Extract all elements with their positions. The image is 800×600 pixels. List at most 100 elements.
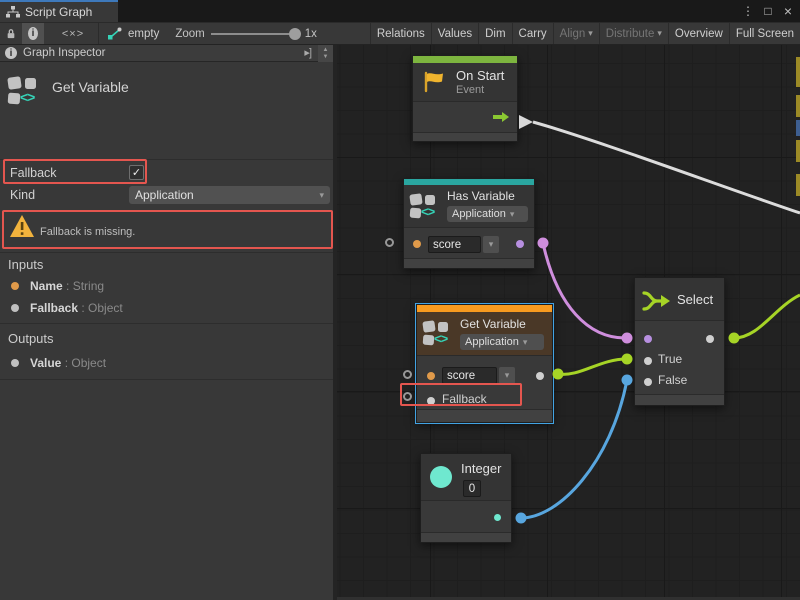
align-button: Align ▾ <box>553 22 599 45</box>
lock-icon <box>6 27 16 40</box>
info-icon: i <box>5 47 17 59</box>
node-title: Integer <box>461 461 501 476</box>
variable-scope-dropdown[interactable]: Application ▾ <box>447 206 528 222</box>
node-integer[interactable]: Integer <box>420 453 512 543</box>
inspector-title: Graph Inspector <box>23 47 105 59</box>
node-get-variable[interactable]: <> Get Variable Application ▾ ▾ Fallback <box>416 304 553 423</box>
lock-button[interactable] <box>0 23 22 44</box>
node-title: Has Variable <box>447 189 515 203</box>
bool-output-port[interactable] <box>516 240 524 248</box>
chevron-down-icon: ▾ <box>523 337 528 348</box>
kind-label: Kind <box>10 188 35 202</box>
zoom-slider[interactable] <box>211 33 299 35</box>
select-icon <box>642 289 672 313</box>
dock-icon[interactable]: ▸] <box>304 46 311 59</box>
checkmark-icon: ✓ <box>132 166 141 179</box>
divider <box>0 379 333 380</box>
carry-button[interactable]: Carry <box>512 22 553 45</box>
dim-button[interactable]: Dim <box>478 22 511 45</box>
graph-inspector-panel: i Graph Inspector ▸] ▲ ▼ <> Get Variable… <box>0 45 333 600</box>
warning-icon <box>8 213 36 244</box>
node-accent-bar <box>413 56 517 63</box>
node-footer <box>404 258 534 268</box>
wire-endpoint <box>553 369 564 380</box>
unit-summary: <> Get Variable <box>0 63 333 159</box>
node-select[interactable]: Select True False <box>634 277 725 406</box>
variables-icon: <> <box>423 320 457 350</box>
edge-clipped-node <box>796 120 800 136</box>
values-button[interactable]: Values <box>431 22 478 45</box>
full-screen-button[interactable]: Full Screen <box>729 22 800 45</box>
variable-scope-dropdown[interactable]: Application ▾ <box>460 334 544 350</box>
true-port-label: True <box>658 352 682 366</box>
empty-label: empty <box>128 28 159 40</box>
node-title: On Start <box>456 68 504 83</box>
tab-script-graph[interactable]: Script Graph <box>0 0 118 22</box>
kind-value: Application <box>135 188 194 202</box>
fallback-port-label: Fallback <box>442 392 487 406</box>
wire-endpoint <box>516 513 527 524</box>
variable-name-dropdown[interactable]: ▾ <box>483 236 499 253</box>
edge-clipped-node <box>796 95 800 117</box>
wire-hasvariable-select <box>543 243 625 338</box>
variable-name-field[interactable] <box>428 236 481 253</box>
integer-value-field[interactable] <box>463 480 481 497</box>
tab-title: Script Graph <box>25 5 92 19</box>
zoom-label: Zoom <box>175 28 204 40</box>
wire-endpoint <box>622 354 633 365</box>
node-on-start[interactable]: On Start Event <box>412 55 518 142</box>
node-footer <box>413 132 517 141</box>
flow-output-port[interactable] <box>493 112 509 122</box>
unconnected-port-ring <box>403 392 412 401</box>
overview-button[interactable]: Overview <box>668 22 729 45</box>
value-output-port[interactable] <box>536 372 544 380</box>
false-port-label: False <box>658 373 687 387</box>
code-preview-button[interactable]: <×> <box>62 23 84 44</box>
scroll-up-icon[interactable]: ▲ <box>323 47 329 54</box>
chevron-down-icon: ▾ <box>505 370 510 381</box>
condition-input-port[interactable] <box>644 335 652 343</box>
inspector-scroller[interactable]: ▲ ▼ <box>318 45 333 62</box>
close-icon[interactable]: × <box>780 3 796 19</box>
divider <box>0 159 333 160</box>
variable-name-field[interactable] <box>442 367 497 384</box>
graph-canvas[interactable]: On Start Event <> Has Variable Applicati… <box>337 45 800 600</box>
inspector-toggle-button[interactable]: i <box>22 23 44 44</box>
node-has-variable[interactable]: <> Has Variable Application ▾ ▾ <box>403 178 535 269</box>
node-header: <> Has Variable Application ▾ <box>404 185 534 228</box>
unit-title: Get Variable <box>52 79 129 95</box>
selection-output-port[interactable] <box>706 335 714 343</box>
outputs-section-title: Outputs <box>8 331 54 346</box>
wire-endpoint <box>538 238 549 249</box>
integer-icon <box>430 466 452 488</box>
node-footer <box>417 409 552 422</box>
toolbar-buttons: Relations Values Dim Carry Align ▾ Distr… <box>370 22 800 45</box>
name-input-port[interactable] <box>427 372 435 380</box>
maximize-icon[interactable]: □ <box>760 3 776 19</box>
wire-endpoint <box>622 375 633 386</box>
name-input-port[interactable] <box>413 240 421 248</box>
integer-output-port[interactable] <box>494 514 501 521</box>
zoom-value: 1x <box>305 28 317 40</box>
window-menu-icon[interactable]: ⋮ <box>740 3 756 19</box>
node-title: Select <box>677 292 713 307</box>
input-row-fallback: Fallback : Object <box>0 300 333 316</box>
fallback-option-label: Fallback <box>10 166 57 180</box>
chevron-down-icon: ▾ <box>510 209 515 220</box>
scroll-down-icon[interactable]: ▼ <box>323 54 329 61</box>
variable-name-dropdown[interactable]: ▾ <box>499 367 515 384</box>
false-input-port[interactable] <box>644 378 652 386</box>
edge-clipped-node <box>796 174 800 196</box>
node-footer <box>635 394 724 405</box>
info-icon: i <box>28 27 38 40</box>
chevron-down-icon: ▾ <box>657 28 662 39</box>
zoom-slider-knob[interactable] <box>289 28 301 40</box>
relations-button[interactable]: Relations <box>370 22 431 45</box>
fallback-input-port[interactable] <box>427 397 435 405</box>
input-row-name: Name : String <box>0 278 333 294</box>
fallback-checkbox[interactable]: ✓ <box>129 165 144 180</box>
kind-dropdown[interactable]: Application ▾ <box>129 186 330 204</box>
true-input-port[interactable] <box>644 357 652 365</box>
edge-clipped-node <box>796 57 800 87</box>
node-header: Select <box>635 278 724 321</box>
